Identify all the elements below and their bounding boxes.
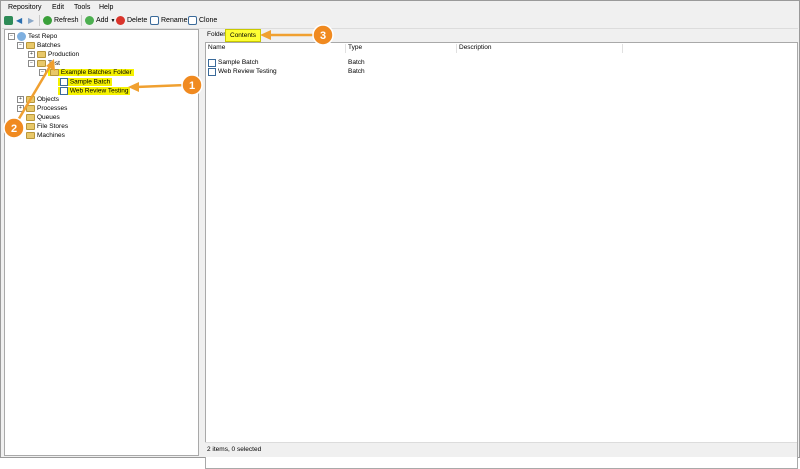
expand-icon: +	[17, 105, 24, 112]
repository-tree[interactable]: − Test Repo − Batches + Production − Test − …	[4, 29, 199, 456]
delete-button[interactable]: Delete	[116, 15, 147, 26]
tree-item-sample-batch[interactable]: Sample Batch	[58, 77, 113, 86]
folder-icon	[37, 60, 46, 67]
menu-bar: Repository Edit Tools Help	[2, 2, 798, 13]
back-button[interactable]: ◀	[16, 15, 22, 26]
column-header-name[interactable]: Name	[206, 44, 346, 53]
list-item-type: Batch	[348, 59, 365, 66]
queue-icon	[26, 114, 35, 121]
batch-icon	[60, 77, 68, 86]
batch-icon	[60, 86, 68, 95]
tree-item-web-review-testing[interactable]: Web Review Testing	[58, 86, 131, 95]
rename-icon	[150, 16, 159, 25]
status-text: 2 items, 0 selected	[207, 446, 262, 453]
rename-button[interactable]: Rename	[150, 15, 187, 26]
toolbar-separator	[81, 15, 82, 26]
tree-item-test[interactable]: − Test	[28, 59, 60, 68]
tree-item-test-repo[interactable]: − Test Repo	[8, 32, 57, 41]
tree-item-machines[interactable]: Machines	[26, 131, 65, 140]
add-button[interactable]: Add ▼	[85, 15, 115, 26]
tree-item-label: File Stores	[37, 123, 69, 130]
tab-folder[interactable]: Folder	[207, 31, 225, 38]
tree-item-example-batches-folder[interactable]: − Example Batches Folder	[39, 68, 134, 77]
clone-icon	[188, 16, 197, 25]
list-item[interactable]: Sample Batch	[208, 58, 258, 67]
toolbar-separator	[39, 15, 40, 26]
nav-home-button[interactable]	[4, 15, 13, 26]
tree-item-label: Queues	[37, 114, 60, 121]
refresh-icon	[43, 16, 52, 25]
folder-icon	[26, 96, 35, 103]
refresh-button[interactable]: Refresh	[43, 15, 79, 26]
tree-item-label: Test Repo	[28, 33, 58, 40]
menu-help[interactable]: Help	[99, 4, 113, 11]
tree-item-label: Sample Batch	[69, 78, 111, 86]
forward-button[interactable]: ▶	[28, 15, 34, 26]
tree-item-file-stores[interactable]: File Stores	[26, 122, 68, 131]
tree-item-objects[interactable]: + Objects	[17, 95, 59, 104]
batch-icon	[208, 67, 216, 76]
expand-icon: +	[28, 51, 35, 58]
menu-edit[interactable]: Edit	[52, 4, 64, 11]
tree-item-label: Objects	[37, 96, 60, 103]
refresh-label: Refresh	[54, 17, 79, 24]
list-item[interactable]: Web Review Testing	[208, 67, 277, 76]
collapse-icon: −	[39, 69, 46, 76]
delete-icon	[116, 16, 125, 25]
tree-item-label: Batches	[37, 42, 61, 49]
chevron-down-icon: ▼	[110, 17, 116, 24]
collapse-icon: −	[17, 42, 24, 49]
tree-item-label: Production	[48, 51, 80, 58]
list-item-type: Batch	[348, 68, 365, 75]
tree-item-queues[interactable]: Queues	[26, 113, 60, 122]
folder-icon	[26, 42, 35, 49]
folder-icon	[50, 68, 59, 76]
app-window: Repository Edit Tools Help ◀ ▶ Refresh A…	[0, 0, 800, 469]
contents-list[interactable]: Name Type Description Sample Batch Batch…	[205, 42, 798, 469]
clone-button[interactable]: Clone	[188, 15, 217, 26]
tree-item-processes[interactable]: + Processes	[17, 104, 67, 113]
tree-item-production[interactable]: + Production	[28, 50, 79, 59]
add-label: Add	[96, 17, 109, 24]
toolbar: ◀ ▶ Refresh Add ▼ Delete Rename Clone	[2, 13, 798, 29]
home-icon	[4, 16, 13, 25]
add-icon	[85, 16, 94, 25]
folder-icon	[26, 105, 35, 112]
status-bar: 2 items, 0 selected	[205, 442, 797, 457]
column-header-description[interactable]: Description	[457, 44, 623, 53]
tree-item-batches[interactable]: − Batches	[17, 41, 61, 50]
tree-item-label: Example Batches Folder	[60, 69, 132, 77]
list-item-name: Sample Batch	[218, 59, 259, 66]
file-store-icon	[26, 123, 35, 130]
forward-arrow-icon: ▶	[28, 16, 35, 25]
clone-label: Clone	[199, 17, 218, 24]
collapse-icon: −	[8, 33, 15, 40]
repository-icon	[17, 32, 26, 41]
batch-icon	[208, 58, 216, 67]
list-item-name: Web Review Testing	[218, 68, 277, 75]
menu-tools[interactable]: Tools	[74, 4, 90, 11]
delete-label: Delete	[127, 17, 148, 24]
machine-icon	[26, 132, 35, 139]
tab-contents[interactable]: Contents	[225, 29, 262, 42]
menu-repository[interactable]: Repository	[8, 4, 41, 11]
column-header-type[interactable]: Type	[346, 44, 457, 53]
tree-item-label: Machines	[37, 132, 65, 139]
collapse-icon: −	[28, 60, 35, 67]
tree-item-label: Web Review Testing	[69, 87, 129, 95]
back-arrow-icon: ◀	[16, 16, 23, 25]
tree-item-label: Processes	[37, 105, 68, 112]
folder-icon	[37, 51, 46, 58]
rename-label: Rename	[161, 17, 188, 24]
tree-item-label: Test	[48, 60, 60, 67]
expand-icon: +	[17, 96, 24, 103]
details-panel: Folder Contents Name Type Description Sa…	[203, 29, 799, 469]
tab-strip: Folder Contents	[203, 29, 799, 42]
